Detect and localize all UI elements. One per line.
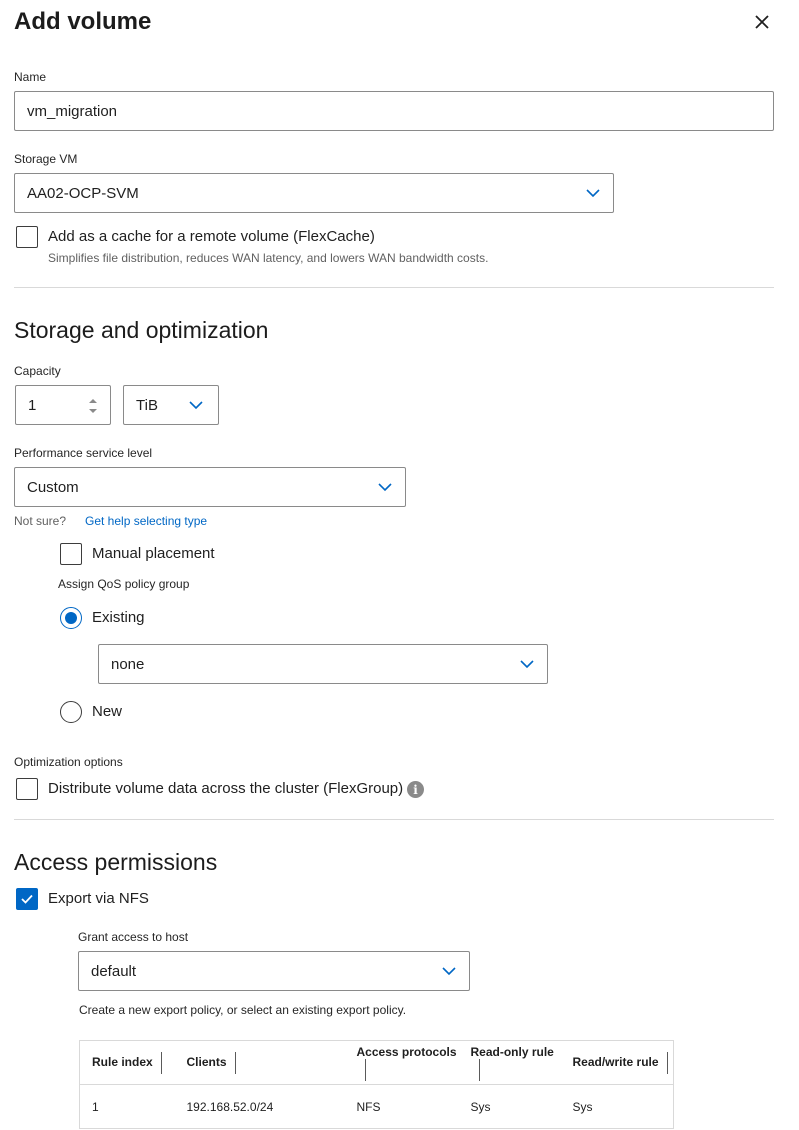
table-cell: NFS <box>344 1084 459 1129</box>
capacity-unit-select[interactable]: TiB <box>123 385 219 425</box>
optimization-label: Optimization options <box>14 755 123 769</box>
manual-placement-label: Manual placement <box>92 545 215 562</box>
storage-vm-select[interactable]: AA02-OCP-SVM <box>14 173 614 213</box>
chevron-down-icon <box>378 483 392 492</box>
column-header[interactable]: Rule index <box>79 1040 175 1085</box>
column-resize-handle[interactable] <box>478 1058 480 1081</box>
performance-value: Custom <box>27 478 79 496</box>
performance-select[interactable]: Custom <box>14 467 406 507</box>
table-cell: 1 <box>79 1084 175 1129</box>
column-header[interactable]: Clients <box>174 1040 345 1085</box>
export-nfs-checkbox[interactable] <box>16 888 38 910</box>
name-label: Name <box>14 70 47 84</box>
capacity-label: Capacity <box>14 364 61 378</box>
table-cell: Sys <box>458 1084 561 1129</box>
export-policy-hint: Create a new export policy, or select an… <box>79 1003 407 1017</box>
grant-access-label: Grant access to host <box>78 930 189 944</box>
column-resize-handle[interactable] <box>666 1051 668 1074</box>
capacity-stepper[interactable]: 1 <box>15 385 111 425</box>
chevron-down-icon <box>442 967 456 976</box>
performance-label: Performance service level <box>14 446 153 460</box>
column-header[interactable]: Read-only rule <box>458 1040 561 1085</box>
column-header[interactable]: Access protocols <box>344 1040 459 1085</box>
name-input[interactable]: vm_migration <box>14 91 774 131</box>
table-cell: Sys <box>560 1084 674 1129</box>
divider <box>14 287 774 288</box>
qos-new-radio[interactable] <box>60 701 82 723</box>
qos-policy-value: none <box>111 655 145 673</box>
column-header[interactable]: Read/write rule <box>560 1040 674 1085</box>
table-cell: 192.168.52.0/24 <box>174 1084 345 1129</box>
qos-policy-select[interactable]: none <box>98 644 548 684</box>
access-section-title: Access permissions <box>14 849 218 875</box>
export-nfs-label: Export via NFS <box>48 890 149 907</box>
manual-placement-checkbox[interactable] <box>60 543 82 565</box>
storage-vm-value: AA02-OCP-SVM <box>27 184 139 202</box>
storage-section-title: Storage and optimization <box>14 317 269 343</box>
capacity-value: 1 <box>28 396 37 414</box>
column-resize-handle[interactable] <box>234 1051 236 1074</box>
table-header-row: Rule index Clients Access protocols Read… <box>79 1040 674 1085</box>
table-row[interactable]: 1 192.168.52.0/24 NFS Sys Sys <box>79 1084 674 1129</box>
checkmark-icon <box>21 894 33 904</box>
flexcache-description: Simplifies file distribution, reduces WA… <box>48 251 489 265</box>
page-title: Add volume <box>14 8 152 35</box>
qos-label: Assign QoS policy group <box>58 577 190 591</box>
chevron-down-icon <box>586 189 600 198</box>
name-input-value: vm_migration <box>27 102 118 120</box>
grant-access-select[interactable]: default <box>78 951 470 991</box>
flexgroup-label: Distribute volume data across the cluste… <box>48 780 404 797</box>
help-selecting-type-link[interactable]: Get help selecting type <box>85 514 207 528</box>
capacity-unit-value: TiB <box>136 396 158 414</box>
qos-existing-radio[interactable] <box>60 607 82 629</box>
not-sure-text: Not sure? <box>14 514 67 528</box>
chevron-down-icon <box>520 660 534 669</box>
export-rules-table: Rule index Clients Access protocols Read… <box>79 1040 674 1129</box>
stepper-arrows-icon[interactable] <box>88 396 98 416</box>
divider <box>14 819 774 820</box>
close-icon[interactable] <box>752 12 772 32</box>
chevron-down-icon <box>189 401 203 410</box>
flexgroup-checkbox[interactable] <box>16 778 38 800</box>
flexcache-label: Add as a cache for a remote volume (Flex… <box>48 228 375 245</box>
column-resize-handle[interactable] <box>160 1051 162 1074</box>
qos-existing-label: Existing <box>92 609 145 626</box>
info-icon[interactable]: i <box>407 781 424 798</box>
qos-new-label: New <box>92 703 123 720</box>
grant-access-value: default <box>91 962 137 980</box>
column-resize-handle[interactable] <box>364 1058 366 1081</box>
flexcache-checkbox[interactable] <box>16 226 38 248</box>
storage-vm-label: Storage VM <box>14 152 78 166</box>
